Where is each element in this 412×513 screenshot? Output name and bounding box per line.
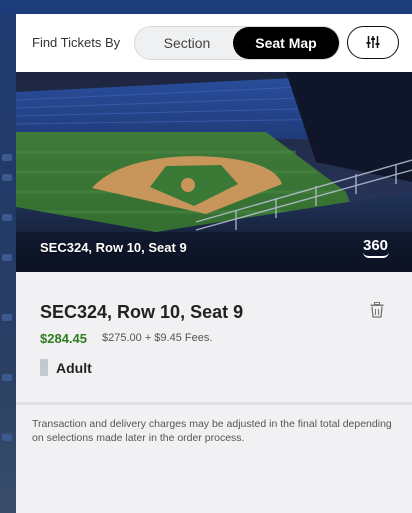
seat-view-caption: SEC324, Row 10, Seat 9 — [40, 240, 187, 255]
ticket-type-label: Adult — [56, 360, 92, 376]
trash-icon[interactable] — [370, 302, 384, 318]
view-360-button[interactable]: 360 — [363, 237, 389, 258]
filter-button[interactable] — [347, 26, 399, 59]
ticket-panel: Find Tickets By Section Seat Map SEC324,… — [16, 14, 412, 513]
background-seat — [2, 254, 12, 261]
seat-view-image[interactable]: SEC324, Row 10, Seat 9 360 — [16, 72, 412, 272]
rotate-arc-icon — [363, 252, 389, 258]
sliders-icon — [366, 36, 380, 48]
background-seat — [2, 214, 12, 221]
background-seat — [2, 314, 12, 321]
background-stadium-edge — [0, 14, 16, 513]
section-divider — [16, 402, 412, 405]
ticket-marker-icon — [40, 359, 48, 376]
charges-notice: Transaction and delivery charges may be … — [32, 418, 392, 444]
background-seat — [2, 374, 12, 381]
total-price: $284.45 — [40, 331, 87, 346]
price-breakdown: $275.00 + $9.45 Fees. — [102, 332, 213, 344]
background-seat — [2, 434, 12, 441]
background-seat — [2, 174, 12, 181]
find-tickets-bar: Find Tickets By Section Seat Map — [16, 14, 412, 72]
background-seat — [2, 154, 12, 161]
seat-map-option[interactable]: Seat Map — [233, 27, 339, 59]
seat-title: SEC324, Row 10, Seat 9 — [40, 302, 244, 322]
ticket-details: SEC324, Row 10, Seat 9 $284.45 $275.00 +… — [16, 272, 412, 404]
find-mode-toggle: Section Seat Map — [134, 26, 340, 60]
find-tickets-label: Find Tickets By — [32, 35, 121, 50]
top-header-strip — [0, 0, 412, 14]
section-option[interactable]: Section — [135, 27, 239, 59]
